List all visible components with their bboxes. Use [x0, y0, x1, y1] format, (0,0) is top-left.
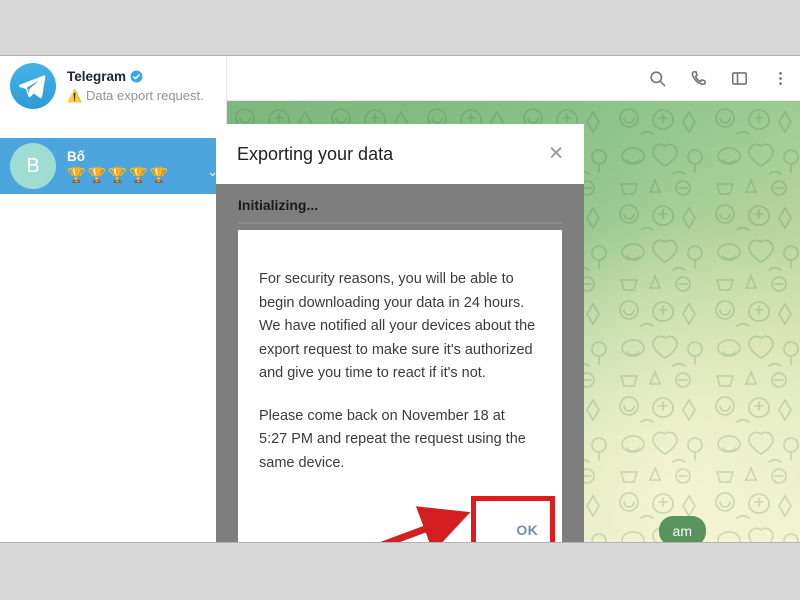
- chat-item-meta: Telegram ⚠️ Data export request.: [67, 68, 216, 105]
- chat-item-title: Bố: [67, 148, 85, 164]
- avatar: B: [10, 143, 56, 189]
- screenshot-root: Telegram ⚠️ Data export request. B Bố 🏆🏆…: [0, 0, 800, 600]
- chat-list-item-telegram[interactable]: Telegram ⚠️ Data export request.: [0, 58, 226, 114]
- dialog-body-card: For security reasons, you will be able t…: [238, 230, 562, 542]
- chat-item-preview: 🏆🏆🏆🏆🏆: [67, 166, 171, 184]
- avatar: [10, 63, 56, 109]
- search-icon[interactable]: [648, 69, 667, 88]
- warning-icon: ⚠️: [67, 88, 82, 103]
- chat-item-preview: Data export request.: [85, 87, 204, 103]
- letterbox-top: [0, 0, 800, 56]
- chat-pane-header: [227, 56, 800, 101]
- progress-bar: [238, 222, 562, 224]
- chat-list-item-bo[interactable]: B Bố 🏆🏆🏆🏆🏆 ⌄: [0, 138, 226, 194]
- panel-icon[interactable]: [730, 69, 749, 88]
- ok-button[interactable]: OK: [510, 518, 544, 542]
- dialog-body-text: For security reasons, you will be able t…: [259, 268, 537, 475]
- telegram-app-window: Telegram ⚠️ Data export request. B Bố 🏆🏆…: [0, 56, 800, 542]
- chat-item-title-row: Bố: [67, 148, 216, 165]
- verified-badge-icon: [130, 70, 143, 83]
- letterbox-bottom-divider: [0, 542, 800, 543]
- telegram-logo-icon: [19, 75, 46, 99]
- chat-item-preview-row: ⚠️ Data export request.: [67, 87, 216, 105]
- chat-item-title: Telegram: [67, 68, 127, 84]
- dialog-paragraph-2: Please come back on November 18 at 5:27 …: [259, 407, 526, 471]
- export-status-text: Initializing...: [238, 197, 319, 213]
- phone-icon[interactable]: [689, 69, 708, 88]
- chat-header-actions: [648, 56, 790, 100]
- letterbox-bottom: [0, 542, 800, 600]
- avatar-initial: B: [26, 154, 40, 177]
- close-icon[interactable]: ✕: [548, 145, 564, 164]
- chat-bubble-outgoing: am: [658, 516, 706, 542]
- dialog-header: Exporting your data ✕: [216, 124, 584, 184]
- dialog-paragraph-1: For security reasons, you will be able t…: [259, 271, 536, 381]
- chat-list[interactable]: Telegram ⚠️ Data export request. B Bố 🏆🏆…: [0, 56, 227, 542]
- letterbox-top-divider: [0, 55, 800, 56]
- dialog-title: Exporting your data: [237, 143, 394, 164]
- chat-item-meta: Bố 🏆🏆🏆🏆🏆: [67, 148, 216, 185]
- more-vertical-icon[interactable]: [771, 69, 790, 88]
- chat-item-title-row: Telegram: [67, 68, 216, 85]
